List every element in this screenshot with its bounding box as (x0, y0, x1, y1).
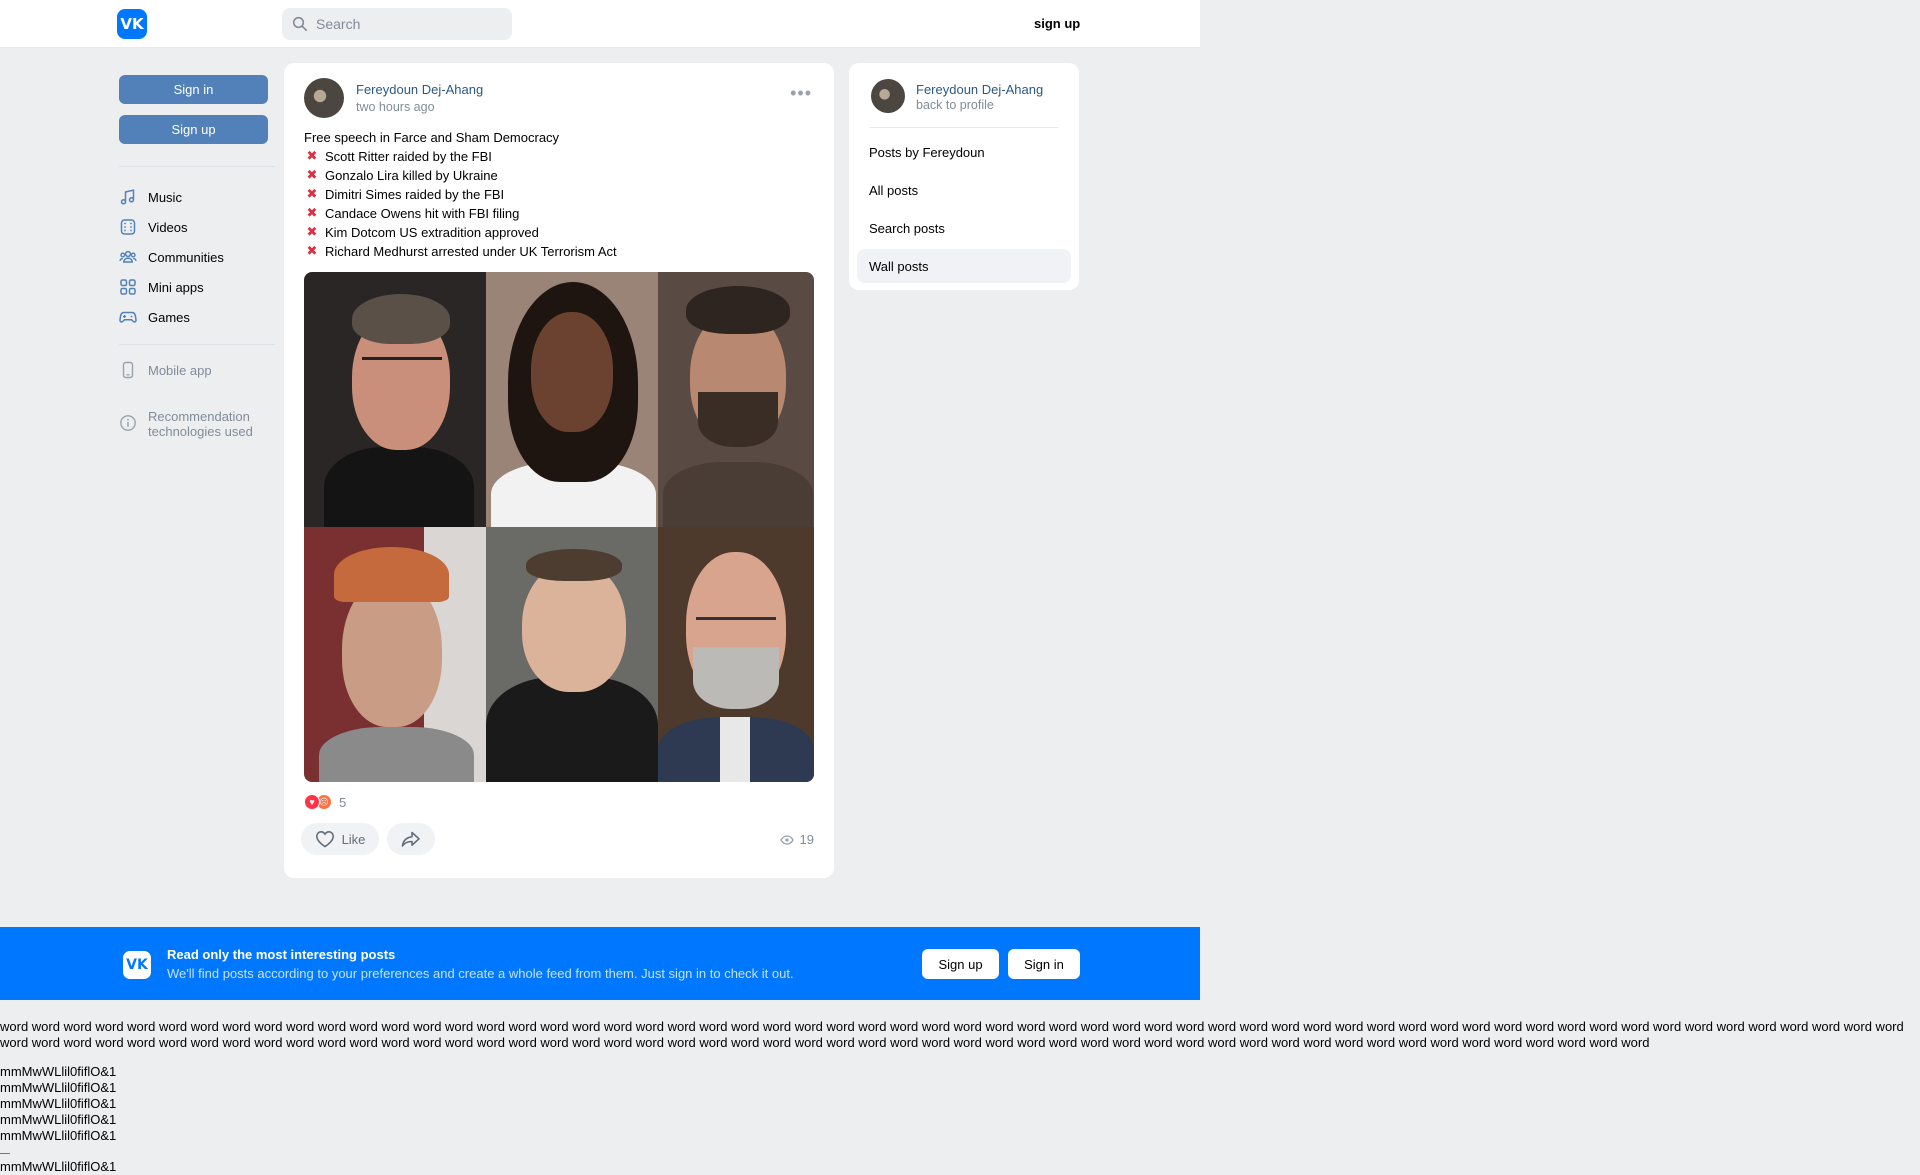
header-signup-link[interactable]: sign up (1034, 16, 1080, 31)
photo-woman[interactable] (486, 272, 658, 527)
author-avatar[interactable] (304, 78, 344, 118)
nav-label: Mini apps (148, 279, 204, 295)
vk-logo[interactable]: VK (117, 9, 147, 39)
back-to-profile-link[interactable]: back to profile (916, 98, 994, 112)
info-icon (119, 414, 137, 432)
side-item-wall-posts[interactable]: Wall posts (857, 249, 1071, 283)
share-button[interactable] (387, 823, 435, 855)
sign-in-button[interactable]: Sign in (119, 75, 268, 104)
recommendation-line: Recommendation (148, 409, 250, 424)
post-line: ✖ Richard Medhurst arrested under UK Terr… (304, 242, 617, 261)
post-line: ✖ Candace Owens hit with FBI filing (304, 204, 617, 223)
cross-mark-icon: ✖ (306, 244, 318, 259)
side-item-all-posts[interactable]: All posts (857, 173, 1071, 207)
view-count: 19 (779, 832, 814, 847)
views-number: 19 (799, 832, 814, 847)
like-button[interactable]: Like (301, 823, 379, 855)
communities-icon (119, 248, 137, 266)
cross-mark-icon: ✖ (306, 149, 318, 164)
filler-words: word word word word word word word word … (0, 1019, 1904, 1050)
post-line-text: Scott Ritter raided by the FBI (325, 149, 492, 164)
music-icon (119, 188, 137, 206)
cross-mark-icon: ✖ (306, 168, 318, 183)
post-line-text: Kim Dotcom US extradition approved (325, 225, 539, 240)
search-input[interactable] (316, 16, 496, 32)
mini-apps-icon (119, 278, 137, 296)
post-line: ✖ Kim Dotcom US extradition approved (304, 223, 617, 242)
more-options-icon[interactable]: ••• (790, 84, 812, 102)
post-line: ✖ Gonzalo Lira killed by Ukraine (304, 166, 617, 185)
nav-label: Mobile app (148, 362, 212, 378)
post-line: ✖ Dimitri Simes raided by the FBI (304, 185, 617, 204)
post-card: Fereydoun Dej-Ahang two hours ago ••• Fr… (284, 63, 834, 878)
thin-divider (0, 1153, 10, 1154)
photo-older-man[interactable] (658, 527, 814, 782)
nav-label: Communities (148, 249, 224, 265)
cross-mark-icon: ✖ (306, 187, 318, 202)
nav-item-mobile-app[interactable]: Mobile app (119, 358, 212, 382)
side-avatar[interactable] (871, 79, 905, 113)
glyph-test-line: mmMwWLlil0fiflO&1 (0, 1128, 117, 1143)
phone-icon (119, 361, 137, 379)
side-item-search-posts[interactable]: Search posts (857, 211, 1071, 245)
post-headline: Free speech in Farce and Sham Democracy (304, 130, 560, 145)
top-header: VK sign up (0, 0, 1200, 48)
reactions[interactable]: ♥ ☹ 5 (304, 794, 346, 810)
sign-up-button[interactable]: Sign up (119, 115, 268, 144)
post-time[interactable]: two hours ago (356, 100, 435, 114)
share-icon (401, 831, 420, 847)
glyph-test-line: mmMwWLlil0fiflO&1 (0, 1112, 117, 1127)
post-line-text: Candace Owens hit with FBI filing (325, 206, 520, 221)
post-photo-collage[interactable] (304, 272, 814, 782)
side-item-posts-by[interactable]: Posts by Fereydoun (857, 135, 1071, 169)
nav-item-communities[interactable]: Communities (119, 245, 224, 269)
like-label: Like (341, 831, 366, 847)
nav-item-mini-apps[interactable]: Mini apps (119, 275, 204, 299)
side-divider (869, 127, 1059, 128)
side-profile-name[interactable]: Fereydoun Dej-Ahang (916, 82, 1043, 97)
video-icon (119, 218, 137, 236)
profile-side-card: Fereydoun Dej-Ahang back to profile Post… (849, 63, 1079, 290)
gamepad-icon (119, 308, 137, 326)
post-text: Free speech in Farce and Sham Democracy … (304, 128, 617, 261)
cross-mark-icon: ✖ (306, 225, 318, 240)
photo-man-cap[interactable] (304, 527, 486, 782)
banner-sign-up-button[interactable]: Sign up (922, 949, 999, 979)
post-line-text: Richard Medhurst arrested under UK Terro… (325, 244, 617, 259)
search-icon (292, 16, 307, 31)
left-divider (119, 344, 275, 345)
heart-reaction-icon: ♥ (304, 794, 320, 810)
nav-item-music[interactable]: Music (119, 185, 182, 209)
banner-subtitle: We'll find posts according to your prefe… (167, 966, 794, 981)
glyph-test-line: mmMwWLlil0fiflO&1 (0, 1080, 117, 1095)
left-divider (119, 166, 275, 167)
search-box[interactable] (282, 8, 512, 40)
nav-item-games[interactable]: Games (119, 305, 190, 329)
nav-item-videos[interactable]: Videos (119, 215, 188, 239)
heart-icon (315, 830, 334, 848)
reaction-count: 5 (339, 794, 347, 810)
nav-label: Music (148, 189, 182, 205)
nav-label: Videos (148, 219, 188, 235)
glyph-test-line: mmMwWLlil0fiflO&1 (0, 1096, 117, 1111)
banner-sign-in-button[interactable]: Sign in (1008, 949, 1080, 979)
eye-icon (779, 834, 794, 845)
recommendation-line: technologies used (148, 424, 253, 439)
cross-mark-icon: ✖ (306, 206, 318, 221)
banner-title: Read only the most interesting posts (167, 947, 396, 962)
post-line-text: Dimitri Simes raided by the FBI (325, 187, 505, 202)
post-author[interactable]: Fereydoun Dej-Ahang (356, 82, 483, 97)
recommendation-text: Recommendation technologies used (148, 409, 253, 439)
nav-item-recommendation[interactable]: Recommendation technologies used (119, 409, 253, 441)
signup-banner: VK Read only the most interesting posts … (0, 927, 1200, 1000)
photo-large-man[interactable] (486, 527, 658, 782)
glyph-test-line: mmMwWLlil0fiflO&1 (0, 1064, 117, 1079)
glyph-test-line: mmMwWLlil0fiflO&1 (0, 1159, 117, 1174)
photo-man-glasses[interactable] (304, 272, 486, 527)
nav-label: Games (148, 309, 190, 325)
post-line: ✖ Scott Ritter raided by the FBI (304, 147, 617, 166)
photo-young-man[interactable] (658, 272, 814, 527)
vk-logo: VK (123, 951, 151, 979)
post-line-text: Gonzalo Lira killed by Ukraine (325, 168, 498, 183)
